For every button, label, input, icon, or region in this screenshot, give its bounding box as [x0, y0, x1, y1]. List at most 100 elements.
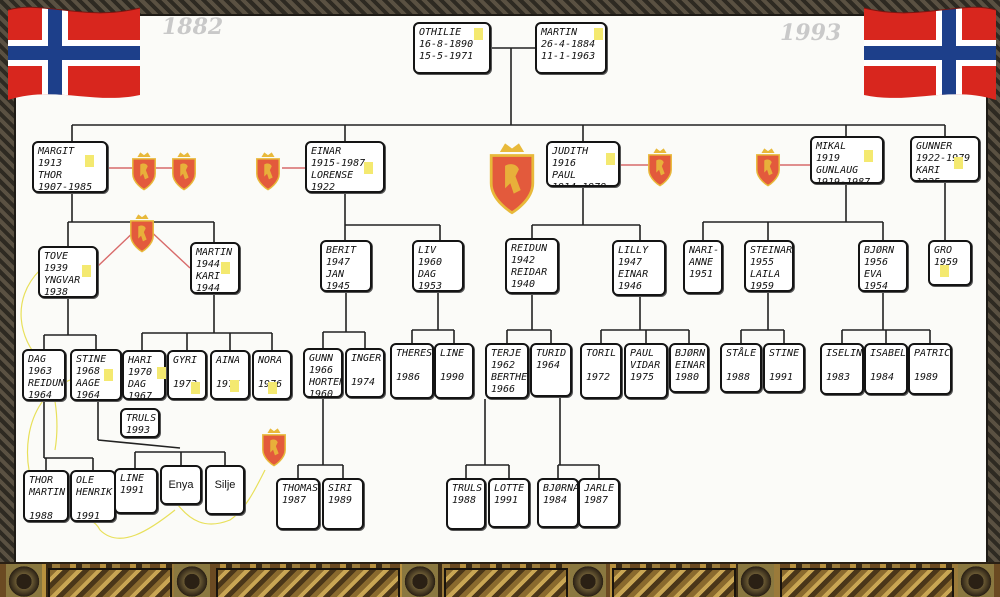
person-card-toril: TORIL 1972	[580, 343, 622, 399]
person-card-gyri: GYRI 1973	[167, 350, 207, 400]
person-card-enya: Enya	[160, 465, 202, 505]
card-line: AINA	[216, 355, 241, 366]
person-card-inger: INGER 1974	[345, 348, 385, 398]
card-line: STÅLE	[726, 348, 757, 359]
card-line: 1987	[584, 495, 609, 506]
person-card-paul-vidar: PAUL VIDAR 1975	[624, 343, 668, 399]
card-line: LINE	[440, 348, 465, 359]
person-card-truls-b: TRULS 1988	[446, 478, 486, 530]
card-line: TORIL	[586, 348, 617, 359]
person-card-nari-anne: NARI- ANNE 1951	[683, 240, 723, 294]
card-line: 1980	[675, 372, 700, 383]
norwegian-coat-of-arms-icon	[489, 143, 535, 215]
card-line: 1983	[826, 372, 851, 383]
person-card-siri: SIRI 1989	[322, 478, 364, 530]
card-line: BERTHE	[491, 372, 528, 383]
connector-line	[97, 439, 181, 449]
card-line: 1986	[396, 372, 421, 383]
person-card-reidun: REIDUN 1942 REIDAR 1940	[505, 238, 559, 294]
photo-placeholder	[157, 367, 166, 379]
photo-placeholder	[268, 382, 277, 394]
card-line: REIDAR	[511, 267, 548, 278]
card-line: HARI	[128, 355, 153, 366]
card-line: 1990	[440, 372, 465, 383]
card-line: Silje	[214, 479, 236, 491]
norwegian-flag-icon	[7, 6, 141, 101]
person-card-jarle: JARLE 1987	[578, 478, 620, 528]
card-line: GRO	[934, 245, 953, 256]
card-line: 1955	[750, 257, 775, 268]
card-line: TRULS	[452, 483, 483, 494]
card-line: JAN	[326, 269, 345, 280]
norwegian-coat-of-arms-icon	[172, 152, 196, 191]
card-line: LINE	[120, 473, 145, 484]
card-line: 1984	[870, 372, 895, 383]
person-card-patrick: PATRICK 1989	[908, 343, 952, 395]
person-card-bjornar: BJØRNAR1984	[537, 478, 579, 528]
card-line	[726, 360, 756, 372]
card-line	[769, 360, 799, 372]
card-line: GYRI	[173, 355, 198, 366]
norwegian-flag-icon	[863, 6, 997, 101]
person-card-lotte: LOTTE 1991	[488, 478, 530, 528]
card-line: 1953	[418, 281, 443, 292]
card-line: TURID	[536, 348, 567, 359]
norwegian-coat-of-arms-icon	[648, 148, 672, 187]
card-line: 15-5-1971	[419, 51, 474, 62]
card-line: 1956	[864, 257, 889, 268]
card-line: EINAR	[618, 269, 649, 280]
card-line: BERIT	[326, 245, 357, 256]
card-line: 1984	[543, 495, 568, 506]
card-line: 1922	[311, 182, 336, 193]
norwegian-coat-of-arms-icon	[756, 148, 780, 187]
card-line: PAUL	[552, 170, 577, 181]
person-card-martin-kari: MARTIN 1944 KARI 1944	[190, 242, 240, 294]
card-line	[870, 360, 902, 372]
person-card-steinar: STEINAR 1955 LAILA 1959	[744, 240, 794, 292]
person-card-gro: GRO 1959	[928, 240, 972, 286]
card-line: MARTIN	[196, 247, 233, 258]
card-line: 1951	[689, 269, 714, 280]
card-line: 1922-1979	[916, 153, 971, 164]
card-line: STINE	[769, 348, 800, 359]
person-card-terje: TERJE 1962 BERTHE 1966	[485, 343, 529, 399]
photo-placeholder	[104, 369, 113, 381]
card-line: VIDAR	[630, 360, 661, 371]
card-line: GUNLAUG	[816, 165, 859, 176]
photo-placeholder	[594, 28, 603, 40]
card-line: 1960	[418, 257, 443, 268]
card-line: KARI	[916, 165, 941, 176]
person-card-bjorn-einar: BJØRN EINAR 1980	[669, 343, 709, 393]
card-line: 16-8-1890	[419, 39, 474, 50]
card-line: PAUL	[630, 348, 655, 359]
card-line: JUDITH	[552, 146, 589, 157]
person-card-isabell: ISABELL 1984	[864, 343, 908, 395]
person-card-dag: DAG 1963 REIDUN 1964	[22, 349, 66, 401]
card-line: LIV	[418, 245, 437, 256]
end-year-label: 1993	[780, 20, 842, 46]
card-line: 1988	[726, 372, 751, 383]
card-line: 1988	[29, 511, 54, 522]
card-line: 1940	[511, 279, 536, 290]
card-line: GUNNER	[916, 141, 953, 152]
card-line: 1975	[630, 372, 655, 383]
card-line	[76, 499, 110, 511]
norwegian-coat-of-arms-icon	[130, 214, 154, 253]
person-card-stine-b: STINE 1991	[763, 343, 805, 393]
start-year-label: 1882	[162, 14, 224, 40]
card-line: NORA	[258, 355, 283, 366]
card-line: STEINAR	[750, 245, 793, 256]
card-line: LAILA	[750, 269, 781, 280]
person-card-silje: Silje	[205, 465, 245, 515]
card-line: ISABELL	[870, 348, 908, 359]
person-card-liv: LIV 1960 DAG 1953	[412, 240, 464, 292]
photo-placeholder	[85, 155, 94, 167]
card-line: 1946	[618, 281, 643, 292]
card-line	[216, 367, 244, 379]
card-line: 1989	[328, 495, 353, 506]
card-line: 1916	[552, 158, 577, 169]
card-line: THERESE	[396, 348, 434, 359]
card-line: TOVE	[44, 251, 69, 262]
card-line: 1993	[126, 425, 151, 436]
card-line: ISELIN	[826, 348, 863, 359]
